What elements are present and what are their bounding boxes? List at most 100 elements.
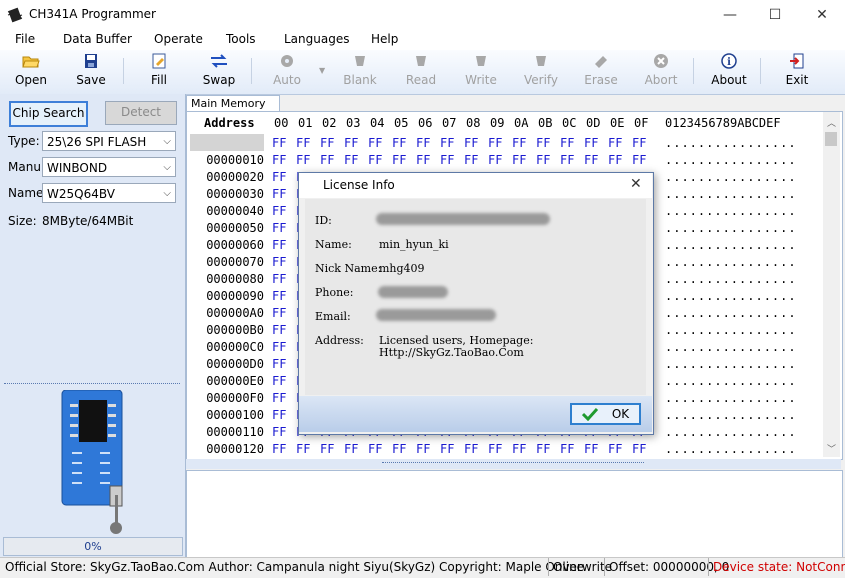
open-button[interactable]: Open bbox=[9, 52, 53, 92]
toolbar-separator bbox=[693, 58, 694, 84]
maximize-button[interactable]: ☐ bbox=[752, 0, 798, 30]
row-address: 000000C0 bbox=[206, 340, 264, 354]
minimize-button[interactable]: — bbox=[707, 0, 753, 30]
vertical-scrollbar[interactable]: ︿ ﹀ bbox=[823, 112, 840, 457]
ascii-cell: ................ bbox=[665, 170, 797, 184]
hex-column-header: 02 bbox=[322, 116, 337, 130]
read-chip-icon bbox=[416, 56, 426, 66]
chevron-down-icon: ⌵ bbox=[163, 188, 171, 199]
hex-column-header: 04 bbox=[370, 116, 385, 130]
row-address: 00000100 bbox=[206, 408, 264, 422]
progress-bar: 0% bbox=[3, 537, 183, 556]
row-address: 00000080 bbox=[206, 272, 264, 286]
email-value-redacted bbox=[376, 309, 496, 321]
hex-byte-cell: FF bbox=[272, 204, 287, 218]
auto-button[interactable]: Auto bbox=[265, 52, 309, 92]
row-address: 00000060 bbox=[206, 238, 264, 252]
floppy-disk-icon bbox=[85, 54, 97, 68]
exit-button[interactable]: Exit bbox=[775, 52, 819, 92]
hex-byte-cell: FF bbox=[416, 136, 431, 150]
info-icon: i bbox=[721, 53, 737, 69]
type-select[interactable]: 25\26 SPI FLASH ⌵ bbox=[42, 131, 176, 151]
scroll-down-icon[interactable]: ﹀ bbox=[827, 442, 836, 455]
hex-byte-cell: FF bbox=[536, 442, 551, 456]
blank-button[interactable]: Blank bbox=[338, 52, 382, 92]
hex-byte-cell: FF bbox=[272, 153, 287, 167]
hex-byte-cell: FF bbox=[272, 238, 287, 252]
hex-column-header: 0E bbox=[610, 116, 625, 130]
ok-button[interactable]: OK bbox=[570, 403, 641, 425]
read-label: Read bbox=[405, 73, 437, 87]
hex-byte-cell: FF bbox=[512, 442, 527, 456]
ascii-cell: ................ bbox=[665, 272, 797, 286]
hex-byte-cell: FF bbox=[584, 442, 599, 456]
hex-byte-cell: FF bbox=[440, 442, 455, 456]
close-button[interactable]: ✕ bbox=[799, 0, 845, 30]
write-chip-icon bbox=[476, 56, 486, 66]
about-button[interactable]: i About bbox=[707, 52, 751, 92]
ascii-cell: ................ bbox=[665, 187, 797, 201]
menu-help[interactable]: Help bbox=[371, 32, 398, 46]
scroll-up-icon[interactable]: ︿ bbox=[827, 116, 836, 129]
hex-byte-cell: FF bbox=[272, 357, 287, 371]
swap-label: Swap bbox=[202, 73, 236, 87]
menu-data-buffer[interactable]: Data Buffer bbox=[63, 32, 132, 46]
name-field-value: min_hyun_ki bbox=[379, 238, 449, 251]
ascii-cell: ................ bbox=[665, 340, 797, 354]
save-button[interactable]: Save bbox=[69, 52, 113, 92]
hex-byte-cell: FF bbox=[464, 442, 479, 456]
erase-button[interactable]: Erase bbox=[579, 52, 623, 92]
auto-dropdown-icon[interactable]: ▼ bbox=[319, 66, 325, 75]
abort-label: Abort bbox=[644, 73, 678, 87]
ascii-cell: ................ bbox=[665, 425, 797, 439]
manufacturer-select[interactable]: WINBOND ⌵ bbox=[42, 157, 176, 177]
status-device-state: Device state: NotConnect. bbox=[713, 560, 845, 574]
panel-splitter[interactable] bbox=[4, 383, 180, 389]
hex-byte-cell: FF bbox=[320, 153, 335, 167]
menu-operate[interactable]: Operate bbox=[154, 32, 203, 46]
write-button[interactable]: Write bbox=[459, 52, 503, 92]
menu-languages[interactable]: Languages bbox=[284, 32, 349, 46]
hex-byte-cell: FF bbox=[608, 153, 623, 167]
dialog-body bbox=[305, 199, 646, 395]
chip-name-select[interactable]: W25Q64BV ⌵ bbox=[42, 183, 176, 203]
hex-byte-cell: FF bbox=[272, 442, 287, 456]
view-splitter[interactable] bbox=[186, 459, 841, 469]
row-address: 000000D0 bbox=[206, 357, 264, 371]
save-label: Save bbox=[76, 73, 106, 87]
ascii-cell: ................ bbox=[665, 221, 797, 235]
address-selection-highlight bbox=[190, 134, 264, 151]
hex-byte-cell: FF bbox=[272, 187, 287, 201]
id-value-redacted bbox=[376, 213, 550, 225]
scroll-thumb[interactable] bbox=[825, 132, 837, 146]
hex-byte-cell: FF bbox=[272, 425, 287, 439]
toolbar-separator bbox=[123, 58, 124, 84]
tab-main-memory[interactable]: Main Memory bbox=[186, 95, 280, 112]
swap-arrows-icon bbox=[211, 54, 227, 68]
status-store-info: Official Store: SkyGz.TaoBao.Com Author:… bbox=[5, 560, 585, 574]
chevron-down-icon: ⌵ bbox=[163, 136, 171, 147]
fill-button[interactable]: Fill bbox=[137, 52, 181, 92]
exit-label: Exit bbox=[785, 73, 809, 87]
hex-byte-cell: FF bbox=[344, 136, 359, 150]
abort-button[interactable]: Abort bbox=[639, 52, 683, 92]
detect-button[interactable]: Detect bbox=[105, 101, 177, 125]
swap-button[interactable]: Swap bbox=[197, 52, 241, 92]
hex-byte-cell: FF bbox=[560, 153, 575, 167]
menu-tools[interactable]: Tools bbox=[226, 32, 256, 46]
hex-column-header: 0B bbox=[538, 116, 553, 130]
chip-search-button[interactable]: Chip Search bbox=[9, 101, 88, 127]
verify-label: Verify bbox=[523, 73, 559, 87]
hex-byte-cell: FF bbox=[272, 289, 287, 303]
fill-label: Fill bbox=[150, 73, 168, 87]
hex-byte-cell: FF bbox=[584, 153, 599, 167]
row-address: 00000010 bbox=[206, 153, 264, 167]
read-button[interactable]: Read bbox=[399, 52, 443, 92]
verify-button[interactable]: Verify bbox=[519, 52, 563, 92]
hex-byte-cell: FF bbox=[272, 374, 287, 388]
menu-file[interactable]: File bbox=[15, 32, 35, 46]
dialog-close-button[interactable]: ✕ bbox=[630, 176, 642, 192]
ascii-cell: ................ bbox=[665, 306, 797, 320]
verify-chip-icon bbox=[536, 56, 546, 66]
name-field-label: Name: bbox=[315, 238, 352, 251]
